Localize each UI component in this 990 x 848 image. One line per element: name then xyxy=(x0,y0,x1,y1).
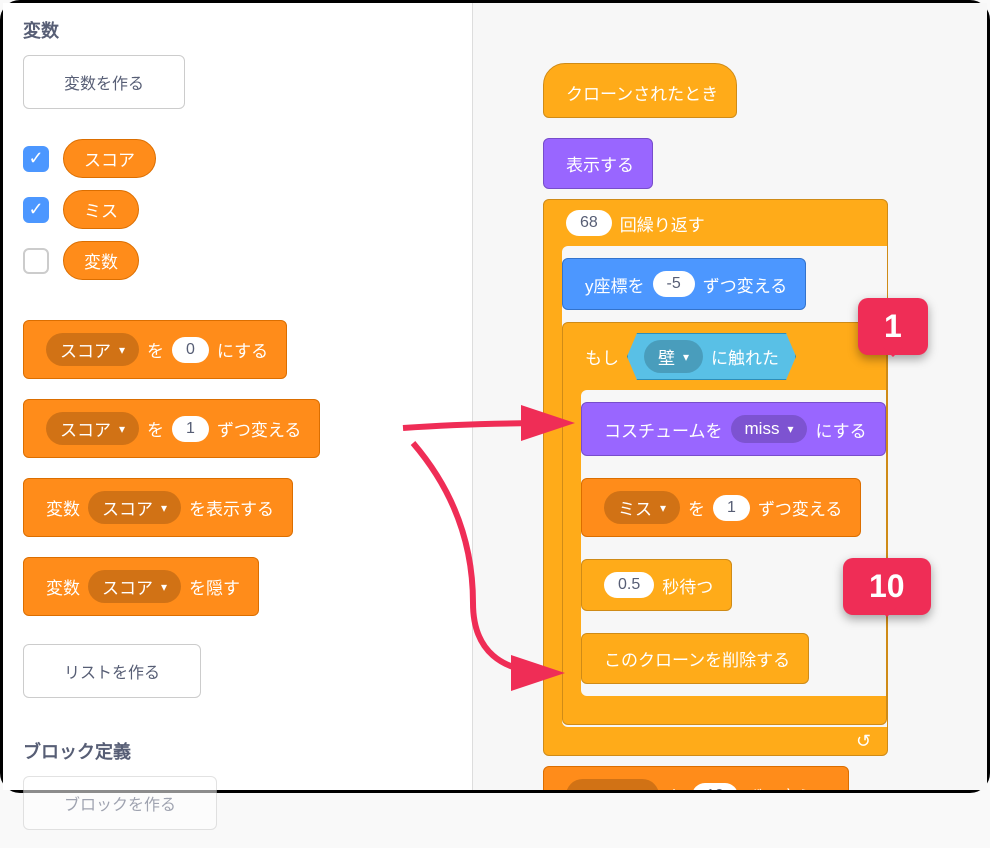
checkbox-icon[interactable] xyxy=(23,248,49,274)
delete-clone-block[interactable]: このクローンを削除する xyxy=(581,633,809,684)
chevron-down-icon: ▾ xyxy=(639,789,645,791)
chevron-down-icon: ▾ xyxy=(119,343,125,357)
number-input[interactable]: 0.5 xyxy=(604,572,654,598)
block-palette: 変数 変数を作る ✓ スコア ✓ ミス 変数 スコア▾ を 0 にする スコア▾… xyxy=(3,3,473,790)
variable-reporter[interactable]: ミス xyxy=(63,190,139,229)
change-variable-block[interactable]: スコア▾ を 10 ずつ変える xyxy=(543,766,849,790)
variable-reporter[interactable]: 変数 xyxy=(63,241,139,280)
number-input[interactable]: 0 xyxy=(172,337,209,363)
variable-dropdown[interactable]: スコア▾ xyxy=(88,570,181,603)
number-input[interactable]: 1 xyxy=(172,416,209,442)
change-y-block[interactable]: y座標を -5 ずつ変える xyxy=(562,258,806,310)
variable-dropdown[interactable]: スコア▾ xyxy=(566,779,659,790)
touching-boolean[interactable]: 壁▾ に触れた xyxy=(627,333,796,380)
set-variable-block[interactable]: スコア▾ を 0 にする xyxy=(23,320,287,379)
show-block[interactable]: 表示する xyxy=(543,138,653,189)
number-input[interactable]: -5 xyxy=(653,271,695,297)
script-stack[interactable]: クローンされたとき 表示する 68 回繰り返す y座標を -5 ずつ変える xyxy=(543,53,888,790)
switch-costume-block[interactable]: コスチュームを miss▾ にする xyxy=(581,402,886,456)
chevron-down-icon: ▾ xyxy=(787,422,793,436)
number-input[interactable]: 68 xyxy=(566,210,612,236)
variable-dropdown[interactable]: スコア▾ xyxy=(46,333,139,366)
when-cloned-hat-block[interactable]: クローンされたとき xyxy=(543,63,737,118)
change-variable-block[interactable]: スコア▾ を 1 ずつ変える xyxy=(23,399,320,458)
variable-reporter[interactable]: スコア xyxy=(63,139,156,178)
chevron-down-icon: ▾ xyxy=(161,580,167,594)
hide-variable-block[interactable]: 変数 スコア▾ を隠す xyxy=(23,557,259,616)
chevron-down-icon: ▾ xyxy=(119,422,125,436)
make-variable-button[interactable]: 変数を作る xyxy=(23,55,185,109)
variable-dropdown[interactable]: スコア▾ xyxy=(88,491,181,524)
make-block-button[interactable]: ブロックを作る xyxy=(23,776,217,830)
script-workspace[interactable]: クローンされたとき 表示する 68 回繰り返す y座標を -5 ずつ変える xyxy=(473,3,987,790)
checkbox-icon[interactable]: ✓ xyxy=(23,146,49,172)
loop-arrow-icon: ↻ xyxy=(856,731,871,752)
variable-dropdown[interactable]: スコア▾ xyxy=(46,412,139,445)
chevron-down-icon: ▾ xyxy=(683,350,689,364)
number-input[interactable]: 1 xyxy=(713,495,750,521)
touching-dropdown[interactable]: 壁▾ xyxy=(644,340,703,373)
category-myblocks-label: ブロック定義 xyxy=(23,738,452,764)
change-variable-block[interactable]: ミス▾ を 1 ずつ変える xyxy=(581,478,861,537)
callout-badge: 10 xyxy=(843,558,931,615)
category-variables-label: 変数 xyxy=(23,17,452,43)
variable-row: ✓ スコア xyxy=(23,139,452,178)
variable-dropdown[interactable]: ミス▾ xyxy=(604,491,680,524)
repeat-block[interactable]: 68 回繰り返す y座標を -5 ずつ変える もし 壁▾ xyxy=(543,199,888,756)
number-input[interactable]: 10 xyxy=(692,783,738,791)
chevron-down-icon: ▾ xyxy=(161,501,167,515)
wait-block[interactable]: 0.5 秒待つ xyxy=(581,559,732,611)
variable-row: 変数 xyxy=(23,241,452,280)
make-list-button[interactable]: リストを作る xyxy=(23,644,201,698)
checkbox-icon[interactable]: ✓ xyxy=(23,197,49,223)
chevron-down-icon: ▾ xyxy=(660,501,666,515)
costume-dropdown[interactable]: miss▾ xyxy=(731,415,808,443)
callout-badge: 1 xyxy=(858,298,928,355)
if-block[interactable]: もし 壁▾ に触れた コスチュームを miss▾ にする xyxy=(562,322,887,725)
variable-row: ✓ ミス xyxy=(23,190,452,229)
show-variable-block[interactable]: 変数 スコア▾ を表示する xyxy=(23,478,293,537)
